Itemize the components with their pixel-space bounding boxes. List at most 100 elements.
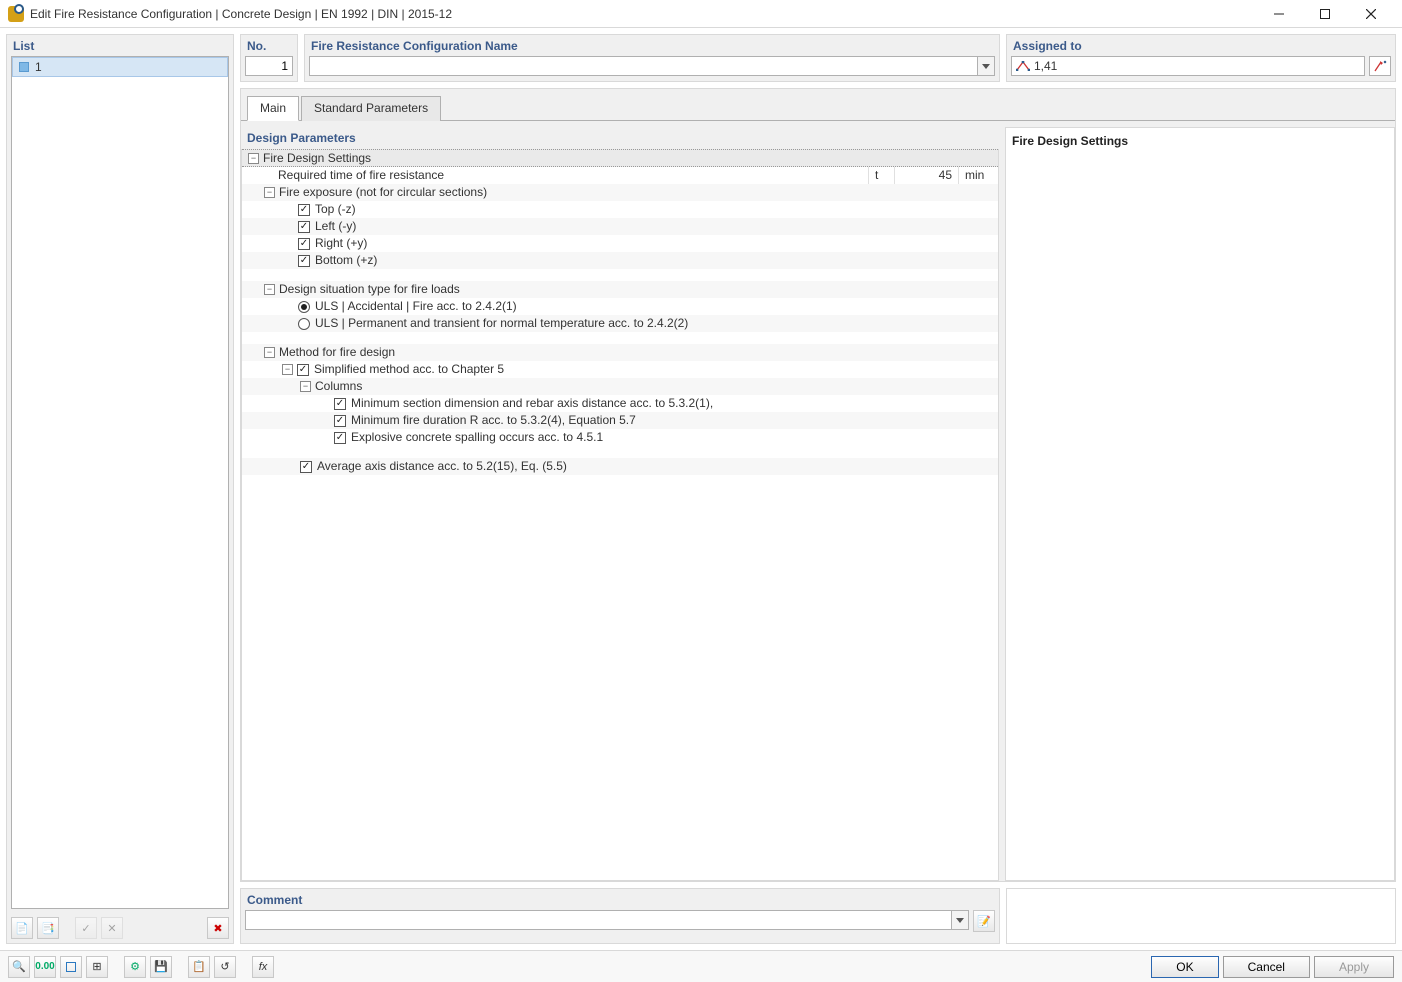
tree-row[interactable]: Minimum section dimension and rebar axis… — [242, 395, 998, 412]
close-button[interactable] — [1348, 2, 1394, 26]
tree-label: Minimum fire duration R acc. to 5.3.2(4)… — [351, 412, 636, 429]
collapse-icon[interactable]: − — [264, 284, 275, 295]
parameters-tree[interactable]: − Fire Design Settings Required time of … — [241, 149, 999, 881]
param-unit: min — [958, 167, 998, 184]
name-input[interactable] — [309, 56, 977, 76]
assigned-input[interactable]: 1,41 — [1011, 56, 1365, 76]
app-icon — [8, 6, 24, 22]
function-button[interactable]: fx — [252, 956, 274, 978]
search-icon: 🔍 — [12, 960, 26, 973]
tree-label: Minimum section dimension and rebar axis… — [351, 395, 713, 412]
tree-spacer — [242, 269, 998, 281]
maximize-button[interactable] — [1302, 2, 1348, 26]
tree-row[interactable]: − Fire Design Settings — [242, 149, 998, 167]
comment-dropdown-button[interactable] — [951, 910, 969, 930]
help-button[interactable]: 🔍 — [8, 956, 30, 978]
square-icon — [66, 962, 76, 972]
tree-row[interactable]: Average axis distance acc. to 5.2(15), E… — [242, 458, 998, 475]
tab-standard-parameters[interactable]: Standard Parameters — [301, 96, 441, 121]
tree-label: Simplified method acc. to Chapter 5 — [314, 361, 504, 378]
clipboard-icon: 📋 — [192, 960, 206, 973]
tree-row[interactable]: Minimum fire duration R acc. to 5.3.2(4)… — [242, 412, 998, 429]
list-panel: List 1 📄 📑 ✓ ✕ ✖ — [6, 34, 234, 944]
tab-main[interactable]: Main — [247, 96, 299, 121]
view-button[interactable] — [60, 956, 82, 978]
members-icon — [1016, 61, 1030, 71]
minimize-button[interactable] — [1256, 2, 1302, 26]
tree-row[interactable]: − Columns — [242, 378, 998, 395]
tree-label: Average axis distance acc. to 5.2(15), E… — [317, 458, 567, 475]
checkbox-explosive[interactable] — [334, 432, 346, 444]
tree-label: ULS | Permanent and transient for normal… — [315, 315, 688, 332]
name-dropdown-button[interactable] — [977, 56, 995, 76]
tree-row[interactable]: Top (-z) — [242, 201, 998, 218]
pick-icon — [1373, 59, 1387, 73]
tree-row[interactable]: Required time of fire resistance t 45 mi… — [242, 167, 998, 184]
title-bar: Edit Fire Resistance Configuration | Con… — [0, 0, 1402, 28]
tree-row[interactable]: Left (-y) — [242, 218, 998, 235]
copy-item-button[interactable]: 📑 — [37, 917, 59, 939]
param-symbol: t — [868, 167, 894, 184]
collapse-icon[interactable]: − — [248, 153, 259, 164]
apply-button[interactable]: Apply — [1314, 956, 1394, 978]
assigned-pick-button[interactable] — [1369, 56, 1391, 76]
new-item-button[interactable]: 📄 — [11, 917, 33, 939]
radio-uls-accidental[interactable] — [298, 301, 310, 313]
tree-row[interactable]: ULS | Permanent and transient for normal… — [242, 315, 998, 332]
tree-row[interactable]: Explosive concrete spalling occurs acc. … — [242, 429, 998, 446]
exclude-button[interactable]: ✕ — [101, 917, 123, 939]
no-input[interactable] — [245, 56, 293, 76]
checkbox-bottom[interactable] — [298, 255, 310, 267]
tree-label: Design situation type for fire loads — [279, 281, 460, 298]
save-config-button[interactable]: 💾 — [150, 956, 172, 978]
units-icon: 0.00 — [35, 961, 54, 972]
tree-row[interactable]: − Fire exposure (not for circular sectio… — [242, 184, 998, 201]
param-value[interactable]: 45 — [894, 167, 958, 184]
function-icon: fx — [259, 961, 268, 973]
checkbox-simplified[interactable] — [297, 364, 309, 376]
checkbox-avg-axis[interactable] — [300, 461, 312, 473]
tree-row[interactable]: Right (+y) — [242, 235, 998, 252]
reset-button[interactable]: ↺ — [214, 956, 236, 978]
tree-label: Explosive concrete spalling occurs acc. … — [351, 429, 603, 446]
cancel-button[interactable]: Cancel — [1223, 956, 1310, 978]
tree-row[interactable]: Bottom (+z) — [242, 252, 998, 269]
checkbox-min-fire[interactable] — [334, 415, 346, 427]
list-item-label: 1 — [35, 60, 42, 74]
details-panel: Fire Design Settings — [1005, 127, 1395, 881]
list-toolbar: 📄 📑 ✓ ✕ ✖ — [7, 913, 233, 943]
collapse-icon[interactable]: − — [282, 364, 293, 375]
footer-bar: 🔍 0.00 ⊞ ⚙ 💾 📋 ↺ fx OK Cancel Apply — [0, 950, 1402, 982]
delete-item-button[interactable]: ✖ — [207, 917, 229, 939]
assigned-value: 1,41 — [1034, 59, 1057, 73]
comment-panel: Comment 📝 — [240, 888, 1396, 944]
tree-row[interactable]: ULS | Accidental | Fire acc. to 2.4.2(1) — [242, 298, 998, 315]
comment-edit-button[interactable]: 📝 — [973, 910, 995, 932]
copy-button[interactable]: 📋 — [188, 956, 210, 978]
tree-button[interactable]: ⊞ — [86, 956, 108, 978]
ok-button[interactable]: OK — [1151, 956, 1218, 978]
tab-bar: Main Standard Parameters — [241, 95, 1395, 121]
tree-row[interactable]: − Method for fire design — [242, 344, 998, 361]
collapse-icon[interactable]: − — [264, 187, 275, 198]
calc-button[interactable]: ⚙ — [124, 956, 146, 978]
maximize-icon — [1320, 9, 1330, 19]
checkbox-right[interactable] — [298, 238, 310, 250]
tree-label: Method for fire design — [279, 344, 395, 361]
comment-input[interactable] — [245, 910, 951, 930]
list-box[interactable]: 1 — [11, 56, 229, 909]
comment-label: Comment — [241, 889, 999, 910]
list-item[interactable]: 1 — [12, 57, 228, 77]
checkbox-top[interactable] — [298, 204, 310, 216]
checkbox-left[interactable] — [298, 221, 310, 233]
tree-row[interactable]: − Design situation type for fire loads — [242, 281, 998, 298]
radio-uls-permanent[interactable] — [298, 318, 310, 330]
collapse-icon[interactable]: − — [300, 381, 311, 392]
include-button[interactable]: ✓ — [75, 917, 97, 939]
list-heading: List — [7, 35, 233, 56]
units-button[interactable]: 0.00 — [34, 956, 56, 978]
collapse-icon[interactable]: − — [264, 347, 275, 358]
checkbox-min-section[interactable] — [334, 398, 346, 410]
tree-row[interactable]: − Simplified method acc. to Chapter 5 — [242, 361, 998, 378]
minimize-icon — [1274, 9, 1284, 19]
